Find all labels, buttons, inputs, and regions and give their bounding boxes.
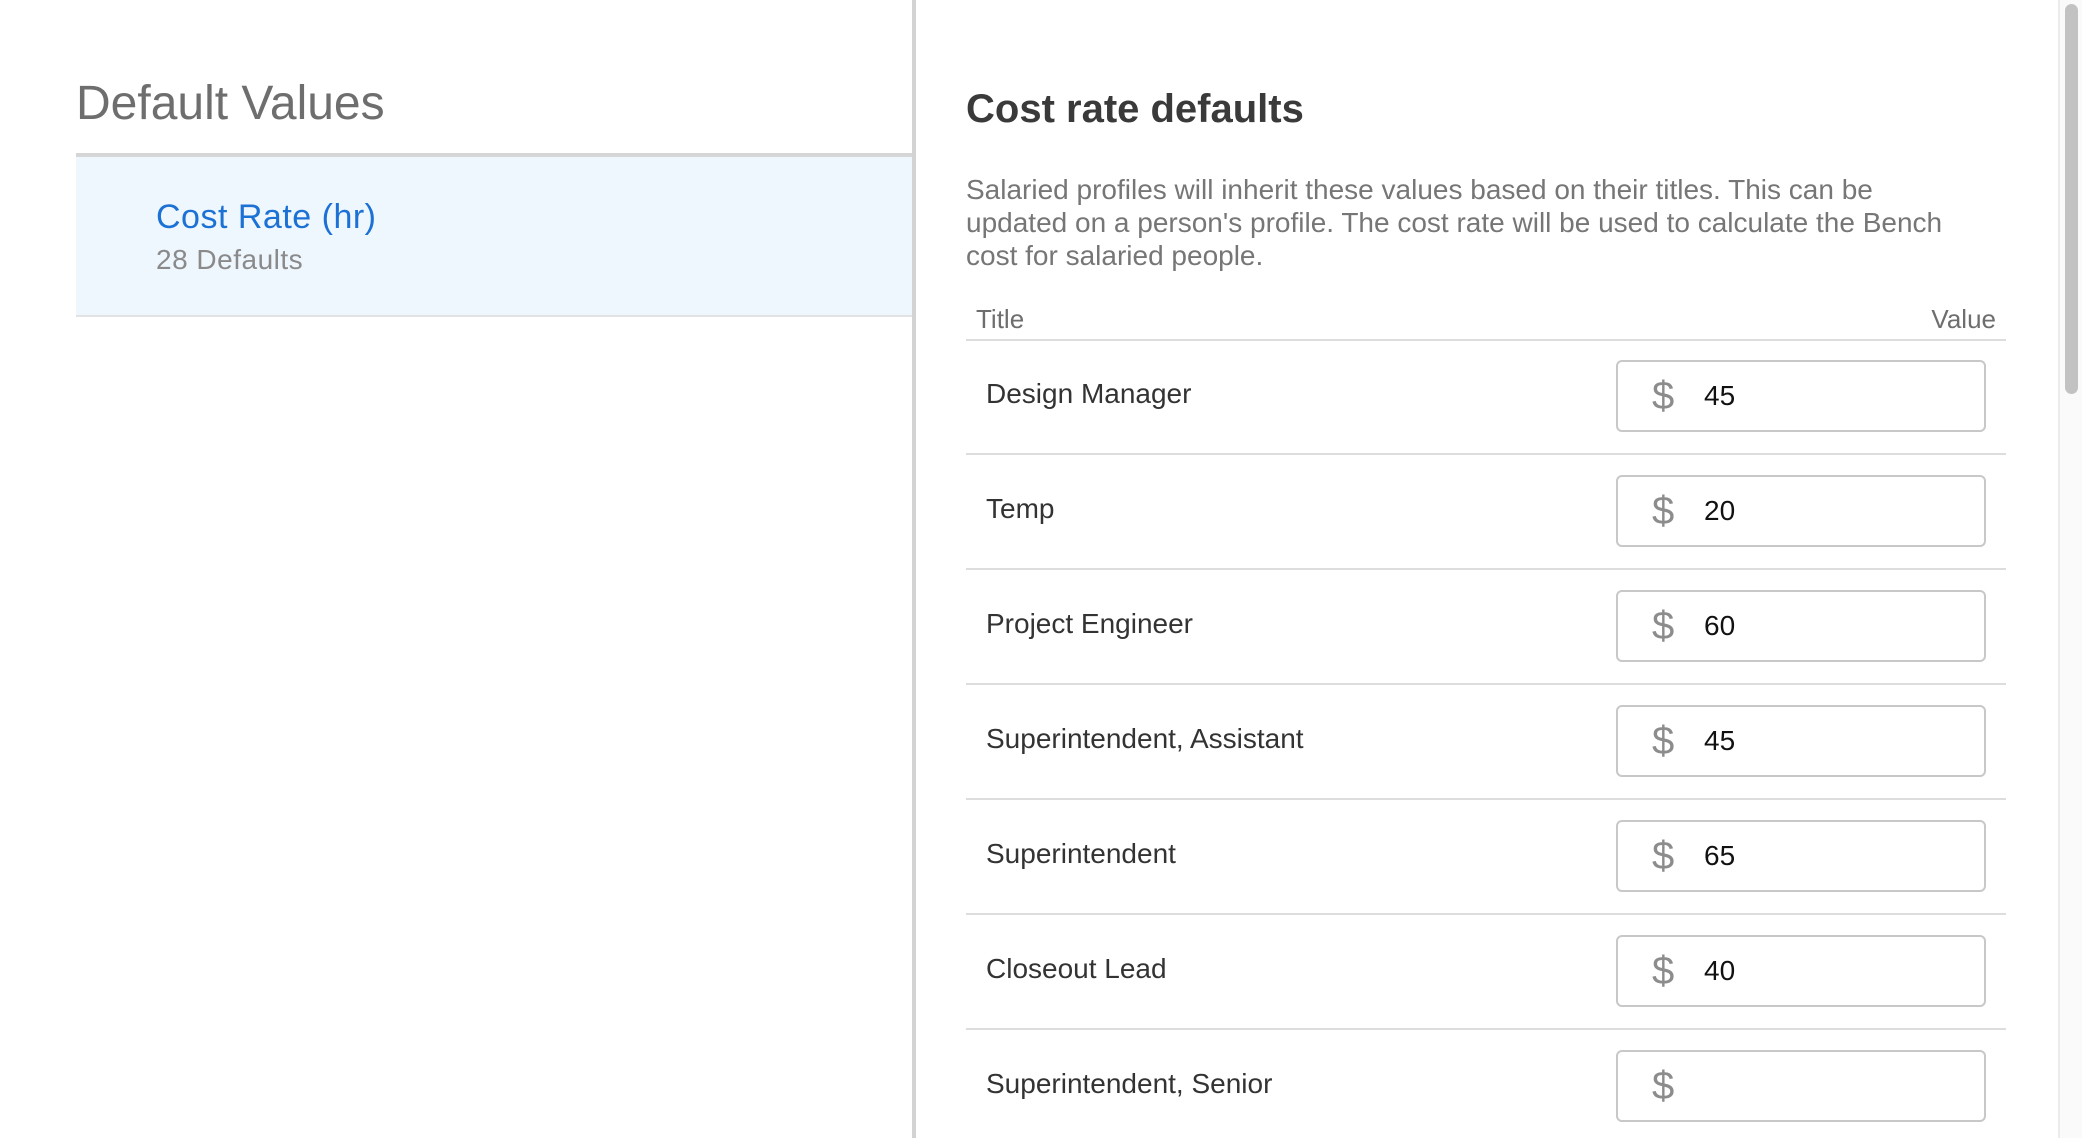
row-title: Temp — [986, 493, 1055, 524]
cost-rate-field[interactable]: $ — [1616, 1050, 1986, 1122]
cost-rate-field[interactable]: $ — [1616, 705, 1986, 777]
page-title: Cost rate defaults — [966, 87, 1304, 131]
scrollbar[interactable] — [2058, 0, 2082, 1138]
column-header-value: Value — [1931, 304, 1996, 334]
app-window: Default Values Cost Rate (hr) 28 Default… — [0, 0, 2082, 1138]
row-title: Project Engineer — [986, 608, 1194, 639]
dollar-icon: $ — [1652, 834, 1675, 878]
cost-rate-input[interactable] — [1704, 487, 1964, 535]
cost-rate-field[interactable]: $ — [1616, 360, 1986, 432]
table-row: Project Engineer $ — [966, 570, 2006, 685]
cost-rate-field[interactable]: $ — [1616, 820, 1986, 892]
sidebar-title: Default Values — [76, 77, 385, 130]
row-title: Design Manager — [986, 378, 1192, 409]
dollar-icon: $ — [1652, 374, 1675, 418]
cost-rate-input[interactable] — [1704, 602, 1964, 650]
table-row: Superintendent $ — [966, 800, 2006, 915]
defaults-table: Design Manager $ Temp $ Project Engineer… — [966, 340, 2006, 1138]
row-title: Superintendent — [986, 838, 1176, 869]
cost-rate-panel: Cost rate defaults Salaried profiles wil… — [916, 0, 2058, 1138]
sidebar-item-cost-rate[interactable]: Cost Rate (hr) 28 Defaults — [76, 157, 912, 317]
row-title: Superintendent, Assistant — [986, 723, 1304, 754]
row-title: Superintendent, Senior — [986, 1068, 1273, 1099]
cost-rate-field[interactable]: $ — [1616, 935, 1986, 1007]
column-header-title: Title — [976, 304, 1025, 334]
table-row: Superintendent, Senior $ — [966, 1030, 2006, 1138]
sidebar-item-count: 28 Defaults — [156, 244, 304, 275]
table-row: Temp $ — [966, 455, 2006, 570]
dollar-icon: $ — [1652, 1064, 1675, 1108]
page-description: Salaried profiles will inherit these val… — [966, 174, 1943, 271]
defaults-sidebar: Default Values Cost Rate (hr) 28 Default… — [0, 0, 912, 1138]
cost-rate-input[interactable] — [1704, 717, 1964, 765]
dollar-icon: $ — [1652, 719, 1675, 763]
table-row: Design Manager $ — [966, 340, 2006, 455]
cost-rate-input[interactable] — [1704, 947, 1964, 995]
cost-rate-input[interactable] — [1704, 372, 1964, 420]
sidebar-item-label: Cost Rate (hr) — [156, 198, 377, 236]
cost-rate-field[interactable]: $ — [1616, 475, 1986, 547]
cost-rate-field[interactable]: $ — [1616, 590, 1986, 662]
dollar-icon: $ — [1652, 489, 1675, 533]
table-row: Superintendent, Assistant $ — [966, 685, 2006, 800]
cost-rate-input[interactable] — [1704, 1062, 1964, 1110]
cost-rate-input[interactable] — [1704, 832, 1964, 880]
table-row: Closeout Lead $ — [966, 915, 2006, 1030]
scrollbar-thumb[interactable] — [2065, 4, 2078, 394]
dollar-icon: $ — [1652, 949, 1675, 993]
dollar-icon: $ — [1652, 604, 1675, 648]
table-header: Title Value — [966, 301, 2006, 341]
row-title: Closeout Lead — [986, 953, 1167, 984]
